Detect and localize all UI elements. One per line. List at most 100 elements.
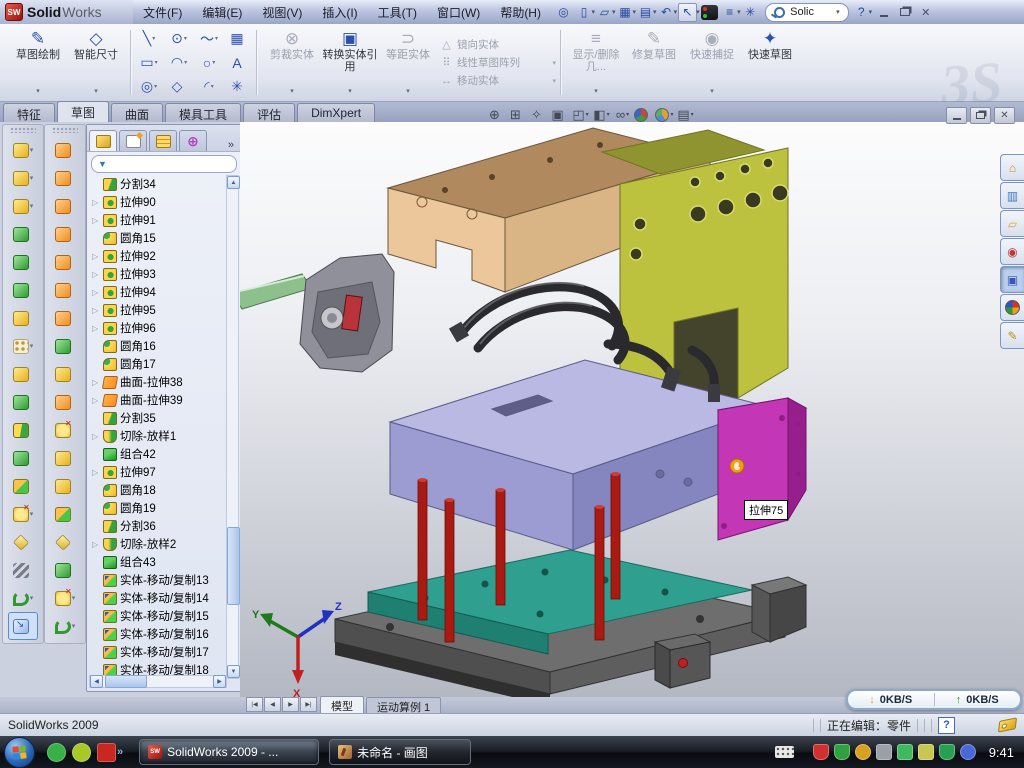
tree-item[interactable]: ▷ 曲面-拉伸38: [89, 373, 225, 391]
offset-surface-icon[interactable]: ▾: [50, 276, 80, 304]
rib-icon[interactable]: ▾: [8, 360, 38, 388]
help-button[interactable]: ?: [853, 4, 870, 21]
tree-item[interactable]: ▷ 实体-移动/复制16: [89, 625, 225, 643]
tree-item[interactable]: ▷ 圆角17: [89, 355, 225, 373]
slot-icon[interactable]: ◎▾: [134, 75, 164, 99]
toolbar-grip[interactable]: [52, 127, 78, 133]
menu-tools[interactable]: 工具(T): [368, 4, 427, 21]
dropdown-arrow-icon[interactable]: ▾: [155, 59, 158, 66]
scroll-left-icon[interactable]: ◀: [90, 675, 103, 688]
document-minimize-button[interactable]: [946, 107, 967, 124]
tree-item[interactable]: ▷ 切除-放样2: [89, 535, 225, 553]
dropdown-arrow-icon[interactable]: ▾: [94, 88, 98, 98]
dropdown-arrow-icon[interactable]: ▾: [653, 8, 657, 16]
tree-horizontal-scrollbar[interactable]: ◀ ▶: [89, 675, 227, 688]
display-delete-relations-button[interactable]: ≡ 显示/删除几... ▾: [568, 27, 624, 99]
network-speed-widget[interactable]: ↓ 0KB/S ↑ 0KB/S: [846, 689, 1022, 710]
scroll-down-icon[interactable]: ▼: [227, 665, 240, 678]
smart-dimension-button[interactable]: ◇ 智能尺寸 ▾: [68, 27, 124, 99]
expand-arrow-icon[interactable]: ▷: [92, 216, 100, 225]
menu-file[interactable]: 文件(F): [133, 4, 192, 21]
dropdown-arrow-icon[interactable]: ▾: [290, 88, 294, 98]
appearances-icon[interactable]: ●: [1000, 294, 1024, 321]
extruded-surface-icon[interactable]: ▾: [50, 192, 80, 220]
rapid-sketch-button[interactable]: ✦ 快速草图 ▾: [742, 27, 798, 99]
instant3d-icon[interactable]: ▾: [8, 612, 38, 640]
security-alert-icon[interactable]: [813, 744, 829, 760]
tree-item[interactable]: ▷ 圆角15: [89, 229, 225, 247]
dropdown-arrow-icon[interactable]: ▾: [670, 111, 673, 118]
save-icon[interactable]: ▦: [617, 4, 634, 21]
search-dropdown-icon[interactable]: ▾: [836, 8, 840, 16]
tree-item[interactable]: ▷ 曲面-拉伸39: [89, 391, 225, 409]
sketch-fillet-icon[interactable]: ◜▾: [194, 75, 224, 99]
open-folder-icon[interactable]: ▱: [596, 4, 613, 21]
tree-item[interactable]: ▷ 组合43: [89, 553, 225, 571]
tree-item[interactable]: ▷ 切除-放样1: [89, 427, 225, 445]
move-copy-body-icon[interactable]: ▾: [8, 472, 38, 500]
ruled-surface-icon[interactable]: ▾: [50, 472, 80, 500]
linear-sketch-pattern-button[interactable]: ⠿ 线性草图阵列 ▾: [440, 55, 558, 70]
new-document-icon[interactable]: ▯: [576, 4, 593, 21]
delete-hole-icon[interactable]: ▾: [50, 416, 80, 444]
dropdown-arrow-icon[interactable]: ▾: [607, 111, 610, 118]
antivirus-icon[interactable]: [834, 744, 850, 760]
undo-icon[interactable]: ↶: [658, 4, 675, 21]
lofted-surface-icon[interactable]: ▾: [50, 248, 80, 276]
expand-arrow-icon[interactable]: ▷: [92, 540, 100, 549]
start-button[interactable]: [4, 737, 35, 768]
arc-icon[interactable]: ◠▾: [164, 51, 194, 75]
reference-axis-icon[interactable]: ▾: [8, 556, 38, 584]
quick-launch-overflow-icon[interactable]: »: [117, 746, 123, 758]
view-palette-icon[interactable]: ▣: [1000, 266, 1024, 293]
menu-help[interactable]: 帮助(H): [490, 4, 551, 21]
messenger-icon[interactable]: [47, 743, 66, 762]
tree-item[interactable]: ▷ 拉伸90: [89, 193, 225, 211]
search-input[interactable]: [788, 5, 834, 19]
toolbar-grip[interactable]: [10, 127, 36, 133]
expand-arrow-icon[interactable]: ▷: [92, 378, 100, 387]
select-arrow-icon[interactable]: ↖: [678, 3, 697, 22]
limit-block-part[interactable]: [655, 634, 710, 688]
point-icon[interactable]: ✳▾: [224, 75, 254, 99]
swept-surface-icon[interactable]: ▾: [50, 136, 80, 164]
rectangle-icon[interactable]: ▭▾: [134, 51, 164, 75]
scroll-up-icon[interactable]: ▲: [227, 176, 240, 189]
task-solidworks[interactable]: SW SolidWorks 2009 - ...: [139, 739, 319, 765]
view-orientation-icon[interactable]: ◰ ▾: [571, 105, 590, 124]
restore-button[interactable]: [895, 5, 914, 20]
planar-surface-icon[interactable]: ▾: [50, 304, 80, 332]
extend-surface-icon[interactable]: ▾: [50, 388, 80, 416]
dropdown-arrow-icon[interactable]: ▾: [691, 111, 694, 118]
tree-item[interactable]: ▷ 拉伸92: [89, 247, 225, 265]
ejector-rod-part[interactable]: [240, 274, 312, 309]
thicken-icon[interactable]: ▾: [50, 360, 80, 388]
wrap-icon[interactable]: ▾: [8, 304, 38, 332]
line-icon[interactable]: ╲▾: [134, 27, 164, 51]
configurationmanager-tab[interactable]: [149, 130, 177, 151]
task-paint[interactable]: 未命名 - 画图: [329, 739, 471, 765]
menu-edit[interactable]: 编辑(E): [192, 4, 252, 21]
dropdown-arrow-icon[interactable]: ▾: [72, 594, 76, 602]
quick-tips-icon[interactable]: ✳: [742, 4, 759, 21]
dropdown-arrow-icon[interactable]: ▾: [552, 59, 558, 67]
sync-icon[interactable]: [897, 744, 913, 760]
tree-item[interactable]: ▷ 组合42: [89, 445, 225, 463]
menu-insert[interactable]: 插入(I): [312, 4, 367, 21]
delete-body-icon[interactable]: ▾: [8, 500, 38, 528]
tab-features[interactable]: 特征: [3, 103, 55, 122]
dropdown-arrow-icon[interactable]: ▾: [612, 8, 616, 16]
dropdown-arrow-icon[interactable]: ▾: [154, 83, 157, 90]
trim-surface-icon[interactable]: ▾: [50, 500, 80, 528]
circle-icon[interactable]: ⊙▾: [164, 27, 194, 51]
dropdown-arrow-icon[interactable]: ▾: [696, 8, 700, 16]
polygon-icon[interactable]: ◇▾: [164, 75, 194, 99]
tree-item[interactable]: ▷ 分割35: [89, 409, 225, 427]
dropdown-arrow-icon[interactable]: ▾: [674, 8, 678, 16]
shell-icon[interactable]: ▾: [8, 248, 38, 276]
panel-overflow-button[interactable]: »: [223, 139, 239, 151]
sketch-draw-button[interactable]: ✎ 草图绘制 ▾: [10, 27, 66, 99]
freeform-icon[interactable]: ▾: [50, 332, 80, 360]
rebuild-traffic-light-icon[interactable]: [701, 5, 718, 20]
first-tab-icon[interactable]: |◀: [246, 697, 263, 712]
